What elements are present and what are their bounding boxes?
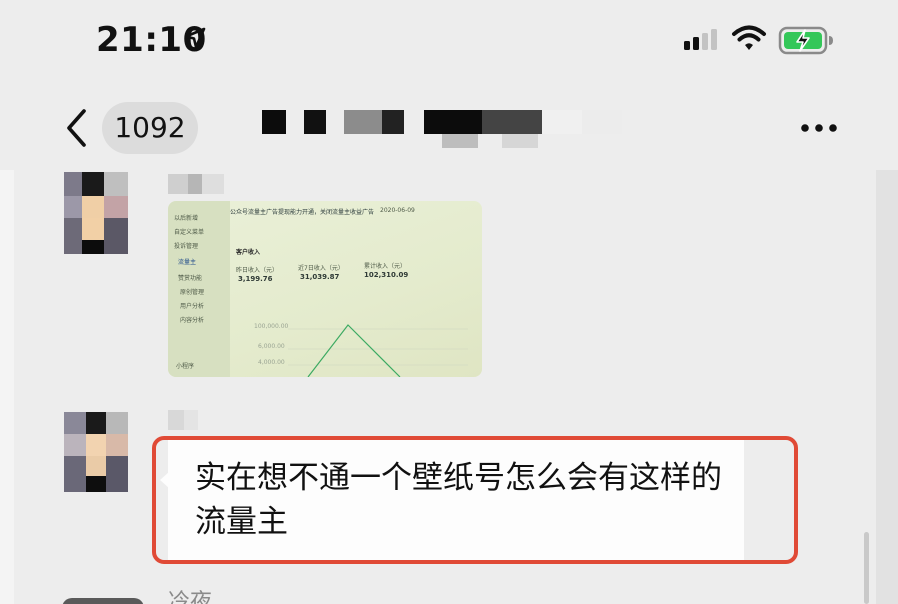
- signal-icon: [684, 29, 717, 50]
- sender-name-pixelated: [168, 174, 228, 194]
- next-sender-name: 冷夜: [168, 590, 213, 604]
- sender-avatar-pixelated[interactable]: [64, 172, 128, 254]
- unread-count-badge[interactable]: 1092: [102, 102, 198, 154]
- shared-screenshot-image[interactable]: 公众号流量主广告提现能力开通，关闭流量主收益广告 2020-06-09 以后新增…: [168, 201, 482, 377]
- more-options-icon[interactable]: [800, 122, 840, 134]
- battery-charging-icon: [778, 26, 833, 55]
- sender-name-pixelated: [168, 410, 218, 430]
- location-arrow-icon: [184, 27, 206, 49]
- wifi-icon: [732, 25, 766, 50]
- highlight-annotation-box: [152, 436, 798, 564]
- sender-avatar-pixelated[interactable]: [64, 412, 128, 492]
- chevron-left-icon[interactable]: [64, 108, 88, 148]
- next-sender-avatar[interactable]: [62, 598, 144, 604]
- wechat-chat-screen: 21:10 1092 公众号流量主广告提现能力开通，关闭流量主收益广告 2020…: [0, 0, 898, 604]
- scroll-indicator[interactable]: [864, 532, 869, 604]
- trend-line: [288, 324, 468, 377]
